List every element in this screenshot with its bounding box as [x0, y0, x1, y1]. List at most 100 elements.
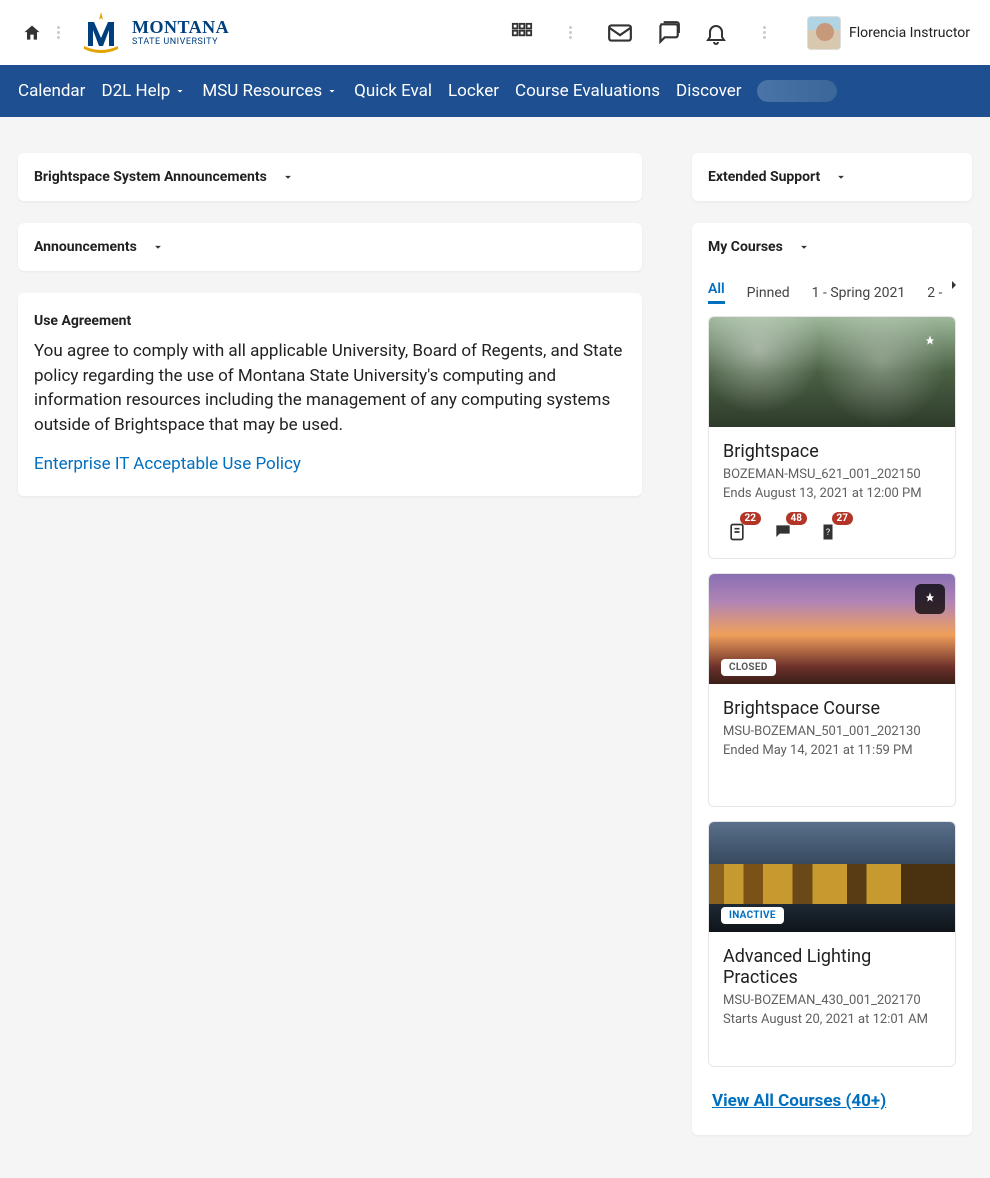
content: Brightspace System Announcements Announc…: [0, 117, 990, 1165]
course-card[interactable]: Brightspace BOZEMAN-MSU_621_001_202150 E…: [708, 316, 956, 559]
nav-d2l-help[interactable]: D2L Help: [101, 81, 186, 101]
badge-count: 27: [832, 512, 853, 525]
nav-label: D2L Help: [101, 81, 170, 101]
nav-label: Calendar: [18, 81, 85, 101]
chevron-right-icon: [946, 277, 962, 293]
status-badge: CLOSED: [721, 659, 776, 676]
tab-more[interactable]: 2 -: [927, 285, 942, 301]
widget-title: Extended Support: [708, 169, 820, 185]
tabs-next-button[interactable]: [946, 277, 962, 293]
logo-mark: [78, 10, 124, 56]
course-date: Starts August 20, 2021 at 12:01 AM: [723, 1011, 941, 1030]
mail-icon: [607, 20, 633, 46]
course-notifications: 22 48 ? 27: [723, 522, 941, 542]
quiz-icon: ?: [819, 522, 837, 542]
pin-button[interactable]: [915, 584, 945, 614]
avatar: [807, 16, 841, 50]
course-code: MSU-BOZEMAN_501_001_202130: [723, 723, 941, 742]
widget-title: Brightspace System Announcements: [34, 169, 267, 185]
nav-locker[interactable]: Locker: [448, 81, 499, 101]
quizzes-indicator[interactable]: ? 27: [819, 522, 841, 542]
chevron-down-icon: [281, 170, 295, 184]
widget-header[interactable]: Announcements: [18, 223, 642, 271]
chat-icon: [655, 20, 681, 46]
course-title: Brightspace: [723, 441, 941, 462]
pin-icon: [922, 334, 938, 350]
topbar-divider: [759, 26, 771, 39]
home-icon: [22, 23, 42, 43]
tab-all[interactable]: All: [708, 281, 725, 304]
org-logo[interactable]: MONTANA STATE UNIVERSITY: [78, 10, 229, 56]
chevron-down-icon: [174, 85, 186, 97]
course-card[interactable]: CLOSED Brightspace Course MSU-BOZEMAN_50…: [708, 573, 956, 808]
course-title: Advanced Lighting Practices: [723, 946, 941, 988]
badge-count: 48: [786, 512, 807, 525]
user-name: Florencia Instructor: [849, 25, 970, 41]
course-title: Brightspace Course: [723, 698, 941, 719]
chevron-down-icon: [326, 85, 338, 97]
app-switcher-button[interactable]: [509, 20, 535, 46]
nav-course-evaluations[interactable]: Course Evaluations: [515, 81, 660, 101]
widget-title: My Courses: [708, 239, 783, 255]
user-menu[interactable]: Florencia Instructor: [807, 16, 970, 50]
widget-announcements: Announcements: [18, 223, 642, 271]
nav-label: Locker: [448, 81, 499, 101]
navbar: Calendar D2L Help MSU Resources Quick Ev…: [0, 65, 990, 117]
course-code: MSU-BOZEMAN_430_001_202170: [723, 992, 941, 1011]
view-all-courses-link[interactable]: View All Courses (40+): [708, 1081, 886, 1129]
chevron-down-icon: [797, 240, 811, 254]
topbar-divider: [52, 26, 64, 39]
bell-icon: [704, 21, 728, 45]
widget-system-announcements: Brightspace System Announcements: [18, 153, 642, 201]
subscriptions-button[interactable]: [655, 20, 681, 46]
course-code: BOZEMAN-MSU_621_001_202150: [723, 466, 941, 485]
nav-label: Course Evaluations: [515, 81, 660, 101]
chevron-down-icon: [834, 170, 848, 184]
grid-icon: [511, 22, 533, 44]
course-image: INACTIVE: [709, 822, 955, 932]
pin-icon: [922, 591, 938, 607]
widget-header[interactable]: My Courses: [708, 223, 956, 271]
nav-label: MSU Resources: [202, 81, 322, 101]
course-date: Ended May 14, 2021 at 11:59 PM: [723, 742, 941, 761]
chevron-down-icon: [151, 240, 165, 254]
course-card[interactable]: INACTIVE Advanced Lighting Practices MSU…: [708, 821, 956, 1067]
org-name-sub: STATE UNIVERSITY: [132, 38, 229, 47]
tab-spring-2021[interactable]: 1 - Spring 2021: [812, 285, 906, 301]
widget-header[interactable]: Extended Support: [692, 153, 972, 201]
nav-label: Discover: [676, 81, 741, 101]
logo-text: MONTANA STATE UNIVERSITY: [132, 18, 229, 47]
home-button[interactable]: [20, 21, 44, 45]
nav-quick-eval[interactable]: Quick Eval: [354, 81, 432, 101]
pin-button[interactable]: [915, 327, 945, 357]
topbar-icons: Florencia Instructor: [509, 16, 970, 50]
tab-pinned[interactable]: Pinned: [747, 285, 790, 301]
widget-header[interactable]: Brightspace System Announcements: [18, 153, 642, 201]
course-image: [709, 317, 955, 427]
status-badge: INACTIVE: [721, 907, 784, 924]
nav-label: Quick Eval: [354, 81, 432, 101]
badge-count: 22: [740, 512, 761, 525]
course-image: CLOSED: [709, 574, 955, 684]
org-name-main: MONTANA: [132, 18, 229, 36]
course-tabs: All Pinned 1 - Spring 2021 2 -: [708, 271, 956, 316]
course-date: Ends August 13, 2021 at 12:00 PM: [723, 485, 941, 504]
svg-text:?: ?: [826, 528, 830, 538]
right-column: Extended Support My Courses All Pinned 1…: [692, 153, 972, 1135]
nav-discover[interactable]: Discover: [676, 81, 741, 101]
nav-hidden-item[interactable]: [757, 80, 837, 102]
assignment-icon: [727, 522, 747, 542]
use-agreement-link[interactable]: Enterprise IT Acceptable Use Policy: [34, 454, 301, 474]
use-agreement-title: Use Agreement: [34, 313, 626, 329]
messages-button[interactable]: [607, 20, 633, 46]
left-column: Brightspace System Announcements Announc…: [18, 153, 642, 496]
notifications-button[interactable]: [703, 20, 729, 46]
use-agreement-body: You agree to comply with all applicable …: [34, 339, 626, 438]
nav-calendar[interactable]: Calendar: [18, 81, 85, 101]
nav-msu-resources[interactable]: MSU Resources: [202, 81, 338, 101]
widget-my-courses: My Courses All Pinned 1 - Spring 2021 2 …: [692, 223, 972, 1135]
discussions-indicator[interactable]: 48: [773, 522, 795, 542]
discussion-icon: [773, 522, 793, 542]
topbar: MONTANA STATE UNIVERSITY Florencia Instr…: [0, 0, 990, 65]
assignments-indicator[interactable]: 22: [727, 522, 749, 542]
